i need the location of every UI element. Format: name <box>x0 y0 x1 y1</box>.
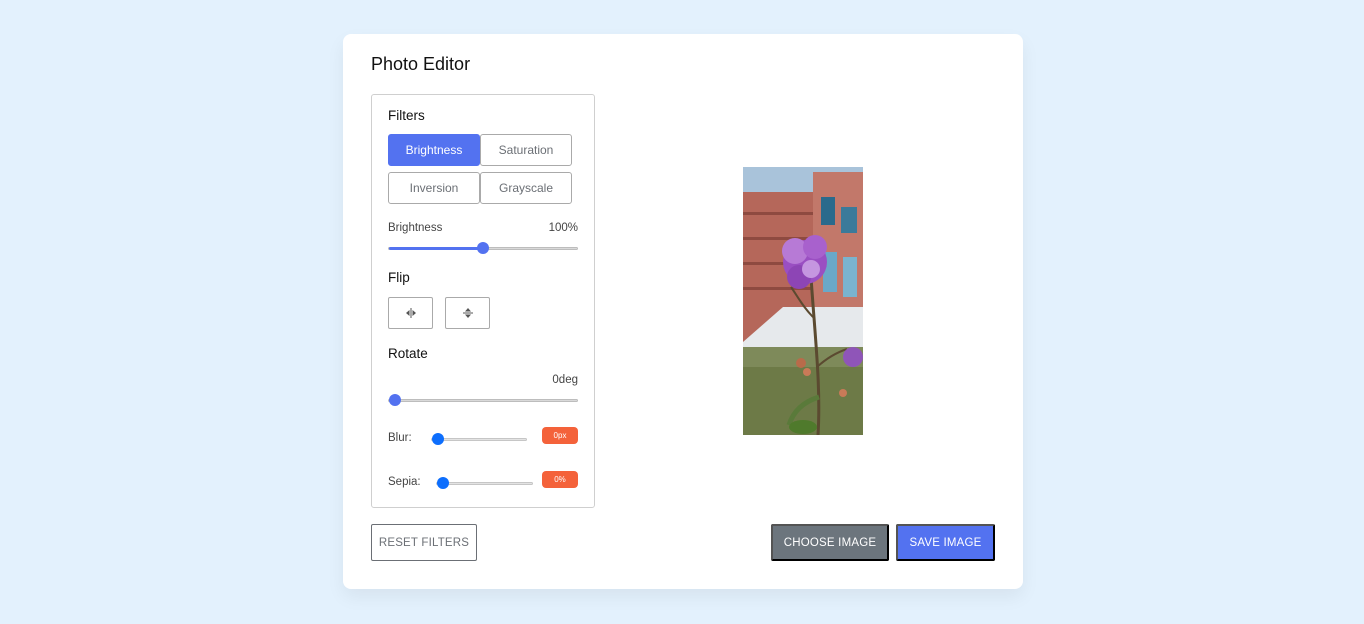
filter-saturation-button[interactable]: Saturation <box>480 134 572 166</box>
flip-heading: Flip <box>388 270 410 285</box>
sepia-label: Sepia: <box>388 476 421 488</box>
rotate-slider-thumb[interactable] <box>389 394 401 406</box>
sepia-slider[interactable] <box>436 477 533 489</box>
filter-options: Brightness Saturation Inversion Grayscal… <box>388 134 572 204</box>
filter-inversion-button[interactable]: Inversion <box>388 172 480 204</box>
filter-slider-fill <box>389 247 483 250</box>
flower-photo <box>743 167 863 435</box>
filter-grayscale-button[interactable]: Grayscale <box>480 172 572 204</box>
rotate-value: 0deg <box>552 374 578 386</box>
blur-slider[interactable] <box>431 433 527 445</box>
flip-vertical-icon <box>462 308 473 318</box>
flip-horizontal-button[interactable] <box>388 297 433 329</box>
photo-editor-card: Photo Editor Filters Brightness Saturati… <box>343 34 1023 589</box>
preview-image <box>743 167 863 435</box>
flip-horizontal-icon <box>405 308 416 318</box>
rotate-slider[interactable] <box>388 394 578 406</box>
blur-label: Blur: <box>388 432 412 444</box>
filter-slider[interactable] <box>388 242 578 254</box>
flip-vertical-button[interactable] <box>445 297 490 329</box>
controls-panel: Filters Brightness Saturation Inversion … <box>371 94 595 508</box>
blur-value-badge: 0px <box>542 427 578 444</box>
filter-slider-thumb[interactable] <box>477 242 489 254</box>
blur-slider-thumb[interactable] <box>432 433 444 445</box>
page-title: Photo Editor <box>371 54 471 74</box>
sepia-slider-thumb[interactable] <box>437 477 449 489</box>
save-image-button[interactable]: SAVE IMAGE <box>896 524 995 561</box>
filter-slider-name: Brightness <box>388 222 443 234</box>
choose-image-button[interactable]: CHOOSE IMAGE <box>771 524 889 561</box>
filters-heading: Filters <box>388 108 425 123</box>
rotate-heading: Rotate <box>388 346 428 361</box>
filter-brightness-button[interactable]: Brightness <box>388 134 480 166</box>
reset-filters-button[interactable]: RESET FILTERS <box>371 524 477 561</box>
filter-slider-value: 100% <box>548 222 578 234</box>
sepia-value-badge: 0% <box>542 471 578 488</box>
